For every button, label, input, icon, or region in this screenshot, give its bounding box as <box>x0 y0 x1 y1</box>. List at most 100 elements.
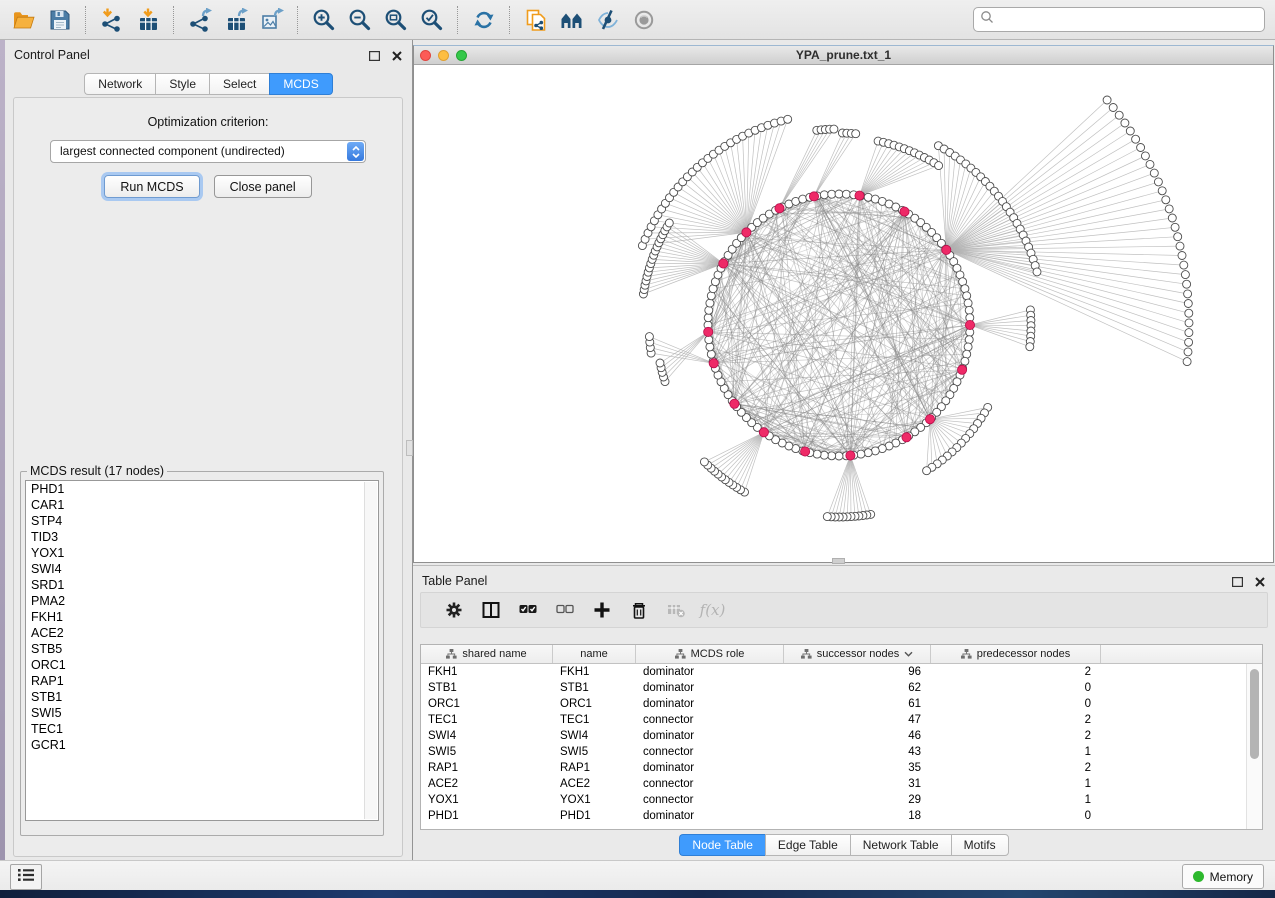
mcds-hub-node[interactable] <box>846 451 855 460</box>
column-header-name[interactable]: name <box>553 645 636 663</box>
dropdown-stepper-icon <box>347 142 364 161</box>
run-mcds-button[interactable]: Run MCDS <box>104 175 199 198</box>
close-panel-button[interactable]: Close panel <box>214 175 312 198</box>
mcds-node-item[interactable]: TEC1 <box>26 721 378 737</box>
memory-button[interactable]: Memory <box>1182 864 1264 889</box>
panel-list-button[interactable] <box>10 864 42 890</box>
mcds-hub-node[interactable] <box>958 365 967 374</box>
mcds-hub-node[interactable] <box>925 415 934 424</box>
table-row[interactable]: TEC1TEC1connector472 <box>421 712 1247 728</box>
clone-network-button[interactable] <box>518 4 554 36</box>
mcds-hub-node[interactable] <box>709 359 718 368</box>
mcds-hub-node[interactable] <box>742 228 751 237</box>
hide-graphics-details-button[interactable] <box>590 4 626 36</box>
save-session-button[interactable] <box>42 4 78 36</box>
zoom-fit-button[interactable] <box>378 4 414 36</box>
table-row[interactable]: STB1STB1dominator620 <box>421 680 1247 696</box>
mcds-node-item[interactable]: YOX1 <box>26 545 378 561</box>
create-column-button[interactable] <box>583 595 620 625</box>
mcds-node-item[interactable]: STB5 <box>26 641 378 657</box>
export-image-button[interactable] <box>254 4 290 36</box>
mcds-hub-node[interactable] <box>719 259 728 268</box>
tab-mcds[interactable]: MCDS <box>269 73 332 95</box>
vertical-splitter-handle[interactable] <box>406 440 413 456</box>
mcds-node-item[interactable]: PMA2 <box>26 593 378 609</box>
search-input[interactable] <box>998 12 1264 28</box>
zoom-in-button[interactable] <box>306 4 342 36</box>
mcds-node-item[interactable]: SWI4 <box>26 561 378 577</box>
horizontal-splitter-handle[interactable] <box>832 558 845 564</box>
import-network-button[interactable] <box>94 4 130 36</box>
import-table-button[interactable] <box>130 4 166 36</box>
show-graphics-details-button[interactable] <box>626 4 662 36</box>
mcds-node-item[interactable]: TID3 <box>26 529 378 545</box>
mcds-hub-node[interactable] <box>902 433 911 442</box>
mcds-hub-node[interactable] <box>775 204 784 213</box>
mcds-hub-node[interactable] <box>730 399 739 408</box>
mcds-hub-node[interactable] <box>801 447 810 456</box>
export-table-button[interactable] <box>218 4 254 36</box>
zoom-out-button[interactable] <box>342 4 378 36</box>
table-options-gear-button[interactable] <box>435 595 472 625</box>
float-panel-icon[interactable] <box>369 48 380 66</box>
network-graph[interactable] <box>414 65 1273 562</box>
mcds-node-item[interactable]: PHD1 <box>26 481 378 497</box>
tab-network[interactable]: Network <box>84 73 155 95</box>
mcds-hub-node[interactable] <box>855 191 864 200</box>
mcds-node-item[interactable]: ORC1 <box>26 657 378 673</box>
delete-columns-button[interactable] <box>620 595 657 625</box>
show-columns-button[interactable] <box>472 595 509 625</box>
table-row[interactable]: SWI4SWI4dominator462 <box>421 728 1247 744</box>
open-file-button[interactable] <box>6 4 42 36</box>
mcds-node-item[interactable]: CAR1 <box>26 497 378 513</box>
mcds-hub-node[interactable] <box>704 327 713 336</box>
mcds-node-item[interactable]: GCR1 <box>26 737 378 753</box>
criterion-dropdown[interactable]: largest connected component (undirected) <box>50 140 366 163</box>
search-box[interactable] <box>973 7 1265 32</box>
mcds-hub-node[interactable] <box>809 192 818 201</box>
network-window-titlebar[interactable]: YPA_prune.txt_1 <box>414 46 1273 65</box>
table-row[interactable]: ORC1ORC1dominator610 <box>421 696 1247 712</box>
network-canvas[interactable] <box>414 65 1273 562</box>
mcds-node-item[interactable]: STP4 <box>26 513 378 529</box>
refresh-layout-button[interactable] <box>466 4 502 36</box>
mcds-hub-node[interactable] <box>900 207 909 216</box>
tab-network-table[interactable]: Network Table <box>850 834 951 856</box>
close-panel-icon[interactable] <box>1255 574 1265 592</box>
column-header-successor-nodes[interactable]: successor nodes <box>784 645 931 663</box>
mcds-list-scrollbar[interactable] <box>364 482 377 819</box>
table-row[interactable]: SWI5SWI5connector431 <box>421 744 1247 760</box>
table-row[interactable]: ACE2ACE2connector311 <box>421 776 1247 792</box>
tab-motifs[interactable]: Motifs <box>951 834 1009 856</box>
float-panel-icon[interactable] <box>1232 574 1243 592</box>
tab-select[interactable]: Select <box>209 73 269 95</box>
mcds-node-item[interactable]: FKH1 <box>26 609 378 625</box>
zoom-selected-button[interactable] <box>414 4 450 36</box>
mcds-node-item[interactable]: SWI5 <box>26 705 378 721</box>
tab-style[interactable]: Style <box>155 73 209 95</box>
mcds-hub-node[interactable] <box>965 320 974 329</box>
table-scrollbar[interactable] <box>1246 664 1262 829</box>
table-row[interactable]: RAP1RAP1dominator352 <box>421 760 1247 776</box>
close-panel-icon[interactable] <box>392 48 402 66</box>
table-row[interactable]: YOX1YOX1connector291 <box>421 792 1247 808</box>
tab-node-table[interactable]: Node Table <box>679 834 765 856</box>
table-scrollbar-thumb[interactable] <box>1250 669 1259 759</box>
search-binoculars-button[interactable] <box>554 4 590 36</box>
column-header-predecessor-nodes[interactable]: predecessor nodes <box>931 645 1101 663</box>
column-header-MCDS-role[interactable]: MCDS role <box>636 645 784 663</box>
mcds-node-item[interactable]: RAP1 <box>26 673 378 689</box>
mcds-node-item[interactable]: STB1 <box>26 689 378 705</box>
table-row[interactable]: PHD1PHD1dominator180 <box>421 808 1247 824</box>
mcds-hub-node[interactable] <box>942 245 951 254</box>
tab-edge-table[interactable]: Edge Table <box>765 834 850 856</box>
mcds-node-item[interactable]: SRD1 <box>26 577 378 593</box>
export-network-button[interactable] <box>182 4 218 36</box>
mcds-hub-node[interactable] <box>759 428 768 437</box>
table-row[interactable]: FKH1FKH1dominator962 <box>421 664 1247 680</box>
unselect-all-button[interactable] <box>546 595 583 625</box>
column-header-shared-name[interactable]: shared name <box>421 645 553 663</box>
mcds-node-item[interactable]: ACE2 <box>26 625 378 641</box>
table-panel-title: Table Panel <box>422 574 487 588</box>
select-all-button[interactable] <box>509 595 546 625</box>
